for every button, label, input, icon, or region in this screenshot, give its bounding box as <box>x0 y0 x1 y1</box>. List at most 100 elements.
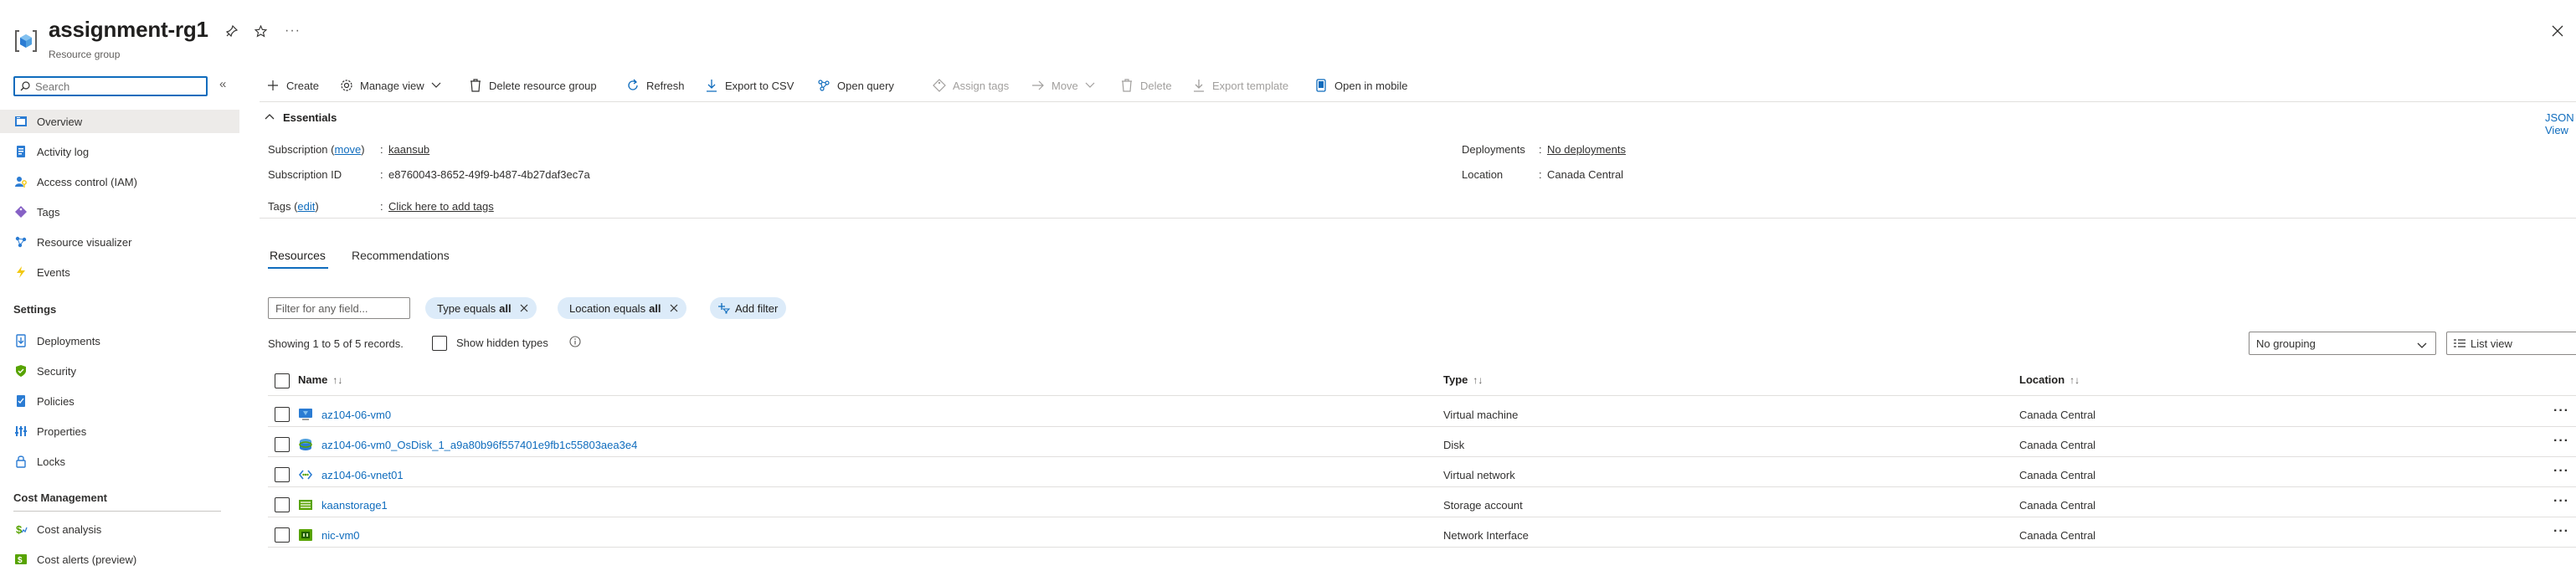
table-row-divider <box>268 547 2576 548</box>
nav-item-security[interactable]: Security <box>0 359 239 383</box>
delete-button[interactable]: Delete <box>1120 79 1172 92</box>
add-filter-icon <box>718 302 730 314</box>
nav-item-properties[interactable]: Properties <box>0 419 239 443</box>
trash-icon <box>1120 79 1134 92</box>
storage-icon <box>298 497 313 512</box>
move-button[interactable]: Move <box>1031 79 1095 92</box>
nav-item-tags[interactable]: Tags <box>0 200 239 224</box>
table-row-type: Disk <box>1443 439 1465 451</box>
tab-resources[interactable]: Resources <box>270 249 326 262</box>
favorite-star-icon[interactable] <box>255 25 267 38</box>
more-options-button[interactable]: ··· <box>285 23 301 39</box>
essentials-toggle[interactable]: Essentials <box>283 111 337 124</box>
download-icon <box>705 79 718 92</box>
row-checkbox[interactable] <box>275 407 290 422</box>
subscription-id-label: Subscription ID <box>268 168 342 181</box>
properties-icon <box>13 424 28 439</box>
gear-icon <box>340 79 353 92</box>
row-more-button[interactable]: ··· <box>2553 434 2569 449</box>
policies-icon <box>13 394 28 409</box>
nav-item-activity-log[interactable]: Activity log <box>0 140 239 163</box>
deployments-label: Deployments <box>1462 143 1525 156</box>
subscription-label: Subscription (move) <box>268 143 365 156</box>
refresh-button[interactable]: Refresh <box>626 79 685 92</box>
info-icon[interactable] <box>569 336 581 347</box>
remove-filter-icon[interactable] <box>520 304 528 312</box>
nav-item-deployments[interactable]: Deployments <box>0 329 239 352</box>
sort-asc-icon: ↑↓ <box>332 373 343 386</box>
nav-item-cost-alerts[interactable]: $ Cost alerts (preview) <box>0 548 239 571</box>
add-tags-link[interactable]: Click here to add tags <box>388 200 494 213</box>
field-separator: : <box>1539 168 1542 181</box>
nav-item-overview[interactable]: Overview <box>0 110 239 133</box>
row-checkbox[interactable] <box>275 527 290 543</box>
close-icon[interactable] <box>2552 25 2563 37</box>
table-row-name-link[interactable]: nic-vm0 <box>298 527 360 543</box>
nav-search-input[interactable] <box>33 79 204 94</box>
pin-icon[interactable] <box>226 25 238 37</box>
row-more-button[interactable]: ··· <box>2553 464 2569 479</box>
row-checkbox[interactable] <box>275 437 290 452</box>
subscription-id-value: e8760043-8652-49f9-b487-4b27daf3ec7a <box>388 168 590 181</box>
security-icon <box>13 363 28 378</box>
lock-icon <box>13 454 28 469</box>
manage-view-button[interactable]: Manage view <box>340 79 441 92</box>
collapse-nav-icon[interactable]: « <box>219 77 226 91</box>
filter-input[interactable] <box>268 297 410 319</box>
tab-recommendations[interactable]: Recommendations <box>352 249 450 262</box>
json-view-link[interactable]: JSON View <box>2545 111 2576 136</box>
table-row-name-link[interactable]: az104-06-vm0 <box>298 407 391 422</box>
export-csv-button[interactable]: Export to CSV <box>705 79 794 92</box>
field-separator: : <box>380 200 383 213</box>
vm-icon <box>298 407 313 422</box>
cost-alerts-icon: $ <box>13 552 28 567</box>
page-subtitle: Resource group <box>49 49 121 60</box>
select-all-checkbox[interactable] <box>275 373 290 388</box>
type-filter-pill[interactable]: Type equals all <box>425 297 537 319</box>
row-more-button[interactable]: ··· <box>2553 404 2569 419</box>
nav-item-locks[interactable]: Locks <box>0 450 239 473</box>
sort-icon: ↑↓ <box>2070 373 2080 386</box>
nav-item-policies[interactable]: Policies <box>0 389 239 413</box>
nav-item-resource-visualizer[interactable]: Resource visualizer <box>0 230 239 254</box>
row-more-button[interactable]: ··· <box>2553 494 2569 509</box>
chevron-up-icon[interactable] <box>265 113 275 120</box>
export-template-button[interactable]: Export template <box>1192 79 1288 92</box>
nav-item-cost-analysis[interactable]: $ Cost analysis <box>0 517 239 541</box>
subscription-move-link[interactable]: move <box>335 143 362 156</box>
subscription-link[interactable]: kaansub <box>388 143 429 156</box>
nav-item-iam[interactable]: Access control (IAM) <box>0 170 239 193</box>
column-header-type[interactable]: Type ↑↓ <box>1443 373 1483 386</box>
view-mode-dropdown[interactable]: List view <box>2446 332 2576 355</box>
nav-item-events[interactable]: Events <box>0 260 239 284</box>
remove-filter-icon[interactable] <box>670 304 678 312</box>
nav-search-box[interactable] <box>13 76 208 96</box>
column-header-location[interactable]: Location ↑↓ <box>2019 373 2080 386</box>
tag-outline-icon <box>933 79 946 92</box>
tags-edit-link[interactable]: edit <box>297 200 315 213</box>
row-checkbox[interactable] <box>275 497 290 512</box>
column-header-name[interactable]: Name ↑↓ <box>298 373 342 386</box>
vnet-icon <box>298 467 313 482</box>
assign-tags-button[interactable]: Assign tags <box>933 79 1009 92</box>
create-button[interactable]: Create <box>266 79 319 92</box>
table-row-name-link[interactable]: az104-06-vm0_OsDisk_1_a9a80b96f557401e9f… <box>298 437 637 452</box>
row-checkbox[interactable] <box>275 467 290 482</box>
table-row-name-link[interactable]: az104-06-vnet01 <box>298 467 404 482</box>
resource-group-icon <box>13 28 39 54</box>
trash-icon <box>469 79 482 92</box>
delete-resource-group-button[interactable]: Delete resource group <box>469 79 597 92</box>
show-hidden-types-checkbox[interactable] <box>432 336 447 351</box>
table-row-name-link[interactable]: kaanstorage1 <box>298 497 388 512</box>
deployments-icon <box>13 333 28 348</box>
open-query-button[interactable]: Open query <box>817 79 894 92</box>
add-filter-button[interactable]: Add filter <box>710 297 787 319</box>
row-more-button[interactable]: ··· <box>2553 524 2569 539</box>
open-in-mobile-button[interactable]: Open in mobile <box>1314 79 1407 92</box>
query-icon <box>817 79 830 92</box>
deployments-link[interactable]: No deployments <box>1547 143 1626 156</box>
grouping-dropdown[interactable]: No grouping <box>2249 332 2436 355</box>
field-separator: : <box>380 143 383 156</box>
disk-icon <box>298 437 313 452</box>
location-filter-pill[interactable]: Location equals all <box>558 297 686 319</box>
